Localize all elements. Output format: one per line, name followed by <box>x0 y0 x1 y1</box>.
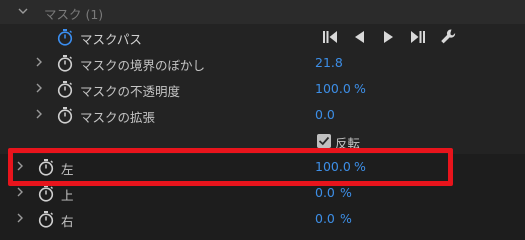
mask-opacity-label: マスクの不透明度 <box>80 84 181 99</box>
stopwatch-icon[interactable] <box>56 53 74 73</box>
mask-path-row: マスクパス <box>0 24 525 50</box>
checkmark-icon <box>318 136 330 146</box>
stopwatch-icon[interactable] <box>56 79 74 99</box>
mask-header[interactable]: マスク (1) <box>0 0 525 24</box>
crop-top-unit: % <box>340 185 352 200</box>
track-backward-button[interactable] <box>320 26 340 48</box>
mask-feather-row: マスクの境界のぼかし 21.8 <box>0 50 525 76</box>
crop-right-value[interactable]: 0.0 <box>315 211 335 226</box>
crop-top-value[interactable]: 0.0 <box>315 185 335 200</box>
crop-right-unit: % <box>340 211 352 226</box>
mask-opacity-unit: % <box>354 81 366 96</box>
stopwatch-icon[interactable] <box>56 27 74 47</box>
track-forward-button[interactable] <box>408 26 428 48</box>
mask-opacity-value[interactable]: 100.0 <box>315 81 351 96</box>
chevron-right-icon[interactable] <box>32 81 46 95</box>
mask-feather-label: マスクの境界のぼかし <box>80 58 206 73</box>
chevron-right-icon[interactable] <box>32 55 46 69</box>
step-forward-icon <box>384 31 393 43</box>
wrench-icon <box>441 29 456 44</box>
chevron-down-icon[interactable] <box>16 4 30 18</box>
mask-feather-value[interactable]: 21.8 <box>315 55 343 70</box>
invert-checkbox[interactable] <box>317 134 331 148</box>
mask-expansion-label: マスクの拡張 <box>80 110 156 125</box>
crop-right-row: 右 0.0 % <box>0 206 525 232</box>
mask-expansion-value[interactable]: 0.0 <box>315 107 335 122</box>
mask-header-label: マスク (1) <box>44 7 104 22</box>
chevron-right-icon[interactable] <box>13 185 27 199</box>
mask-settings-button[interactable] <box>438 26 458 48</box>
chevron-right-icon[interactable] <box>32 107 46 121</box>
step-forward-button[interactable] <box>380 26 398 48</box>
step-backward-button[interactable] <box>350 26 368 48</box>
track-backward-icon <box>323 31 337 43</box>
mask-opacity-row: マスクの不透明度 100.0 % <box>0 76 525 102</box>
stopwatch-icon[interactable] <box>37 183 55 203</box>
crop-top-label: 上 <box>61 188 74 203</box>
step-backward-icon <box>355 31 364 43</box>
highlight-box <box>8 148 453 186</box>
stopwatch-icon[interactable] <box>56 105 74 125</box>
mask-expansion-row: マスクの拡張 0.0 <box>0 102 525 128</box>
crop-right-label: 右 <box>61 214 74 229</box>
mask-path-label: マスクパス <box>80 32 142 47</box>
chevron-right-icon[interactable] <box>13 211 27 225</box>
stopwatch-icon[interactable] <box>37 209 55 229</box>
track-forward-icon <box>411 31 425 43</box>
